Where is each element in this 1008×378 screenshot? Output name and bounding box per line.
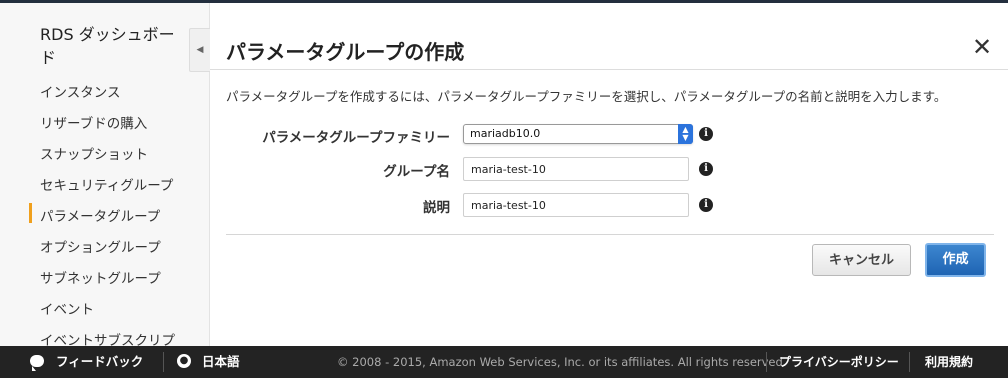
cancel-button[interactable]: キャンセル — [812, 244, 911, 276]
privacy-policy-link[interactable]: プライバシーポリシー — [779, 346, 899, 378]
divider — [766, 352, 767, 372]
chevron-left-icon: ◀ — [196, 45, 204, 55]
create-parameter-group-dialog: パラメータグループの作成 ✕ パラメータグループを作成するには、パラメータグルー… — [210, 3, 1008, 346]
info-icon[interactable]: i — [699, 162, 713, 176]
sidebar-item-reserved-purchase[interactable]: リザーブドの購入 — [40, 112, 147, 132]
sidebar-item-security-groups[interactable]: セキュリティグループ — [40, 174, 173, 194]
sidebar-item-snapshots[interactable]: スナップショット — [40, 143, 148, 163]
family-select[interactable]: mariadb10.0 ▲ ▼ — [463, 124, 693, 144]
divider — [909, 352, 910, 372]
copyright-text: © 2008 - 2015, Amazon Web Services, Inc.… — [337, 355, 787, 369]
speech-bubble-icon — [30, 355, 44, 371]
dialog-description: パラメータグループを作成するには、パラメータグループファミリーを選択し、パラメー… — [226, 89, 947, 104]
family-label: パラメータグループファミリー — [262, 130, 450, 146]
globe-icon: ● — [177, 354, 191, 368]
language-selector[interactable]: 日本語 — [202, 346, 240, 378]
sidebar-collapse-button[interactable]: ◀ — [189, 28, 210, 72]
divider — [226, 234, 994, 235]
sidebar-item-option-groups[interactable]: オプショングループ — [40, 236, 161, 256]
divider — [163, 352, 164, 372]
sidebar-item-event-subscriptions[interactable]: イベントサブスクリプ — [40, 329, 175, 346]
feedback-link[interactable]: フィードバック — [56, 346, 143, 378]
close-icon[interactable]: ✕ — [972, 35, 992, 59]
group-name-input[interactable] — [463, 157, 689, 181]
divider — [210, 69, 1008, 70]
description-label: 説明 — [423, 200, 450, 216]
footer: フィードバック ● 日本語 © 2008 - 2015, Amazon Web … — [0, 346, 1008, 378]
terms-link[interactable]: 利用規約 — [925, 346, 973, 378]
family-select-value: mariadb10.0 — [470, 127, 541, 140]
description-input[interactable] — [463, 193, 689, 217]
create-button[interactable]: 作成 — [925, 243, 986, 277]
sidebar: RDS ダッシュボード インスタンス リザーブドの購入 スナップショット セキュ… — [0, 3, 210, 346]
info-icon[interactable]: i — [699, 198, 713, 212]
sidebar-item-subnet-groups[interactable]: サブネットグループ — [40, 267, 161, 287]
chevron-up-down-icon: ▲ ▼ — [678, 124, 693, 144]
sidebar-item-events[interactable]: イベント — [40, 298, 94, 318]
sidebar-title[interactable]: RDS ダッシュボード — [40, 23, 180, 69]
group-name-label: グループ名 — [383, 164, 450, 180]
dialog-title: パラメータグループの作成 — [226, 40, 465, 64]
info-icon[interactable]: i — [699, 127, 713, 141]
sidebar-item-instances[interactable]: インスタンス — [40, 81, 120, 101]
sidebar-item-parameter-groups[interactable]: パラメータグループ — [28, 203, 160, 225]
